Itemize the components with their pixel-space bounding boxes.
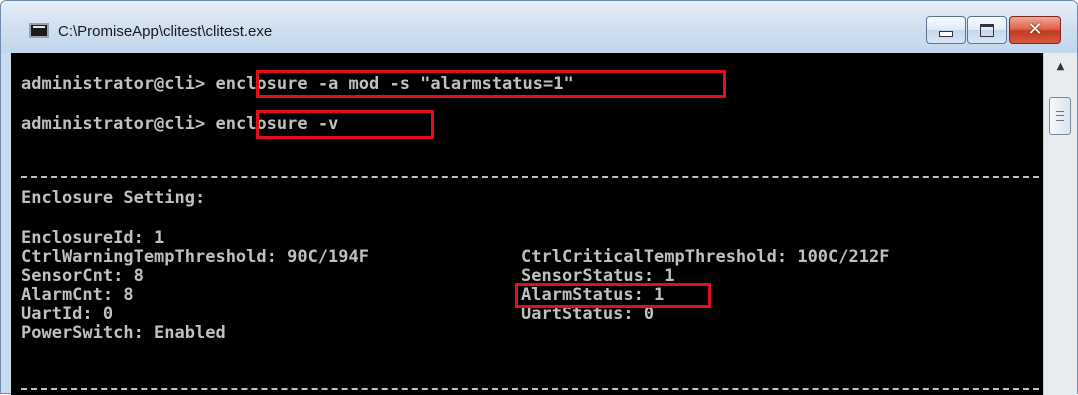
setting-enclosure-id: EnclosureId: 1	[21, 228, 165, 248]
close-icon: ✕	[1027, 19, 1043, 40]
setting-uart-status: UartStatus: 0	[521, 304, 655, 324]
minimize-button[interactable]	[926, 16, 966, 44]
setting-ctrl-warning-temp: CtrlWarningTempThreshold: 90C/194F	[21, 247, 369, 267]
command-line: administrator@cli> enclosure -a mod -s "…	[21, 75, 574, 94]
setting-power-switch: PowerSwitch: Enabled	[21, 323, 226, 343]
section-title: Enclosure Setting:	[21, 188, 206, 208]
setting-ctrl-critical-temp: CtrlCriticalTempThreshold: 100C/212F	[521, 247, 890, 267]
vertical-scrollbar[interactable]: ▲	[1043, 53, 1077, 395]
prompt: administrator@cli>	[21, 74, 206, 94]
separator-line	[21, 388, 1039, 390]
console-app-icon[interactable]	[29, 23, 49, 38]
console-window: C:\PromiseApp\clitest\clitest.exe ✕ admi…	[0, 0, 1078, 395]
scroll-up-icon[interactable]: ▲	[1044, 53, 1077, 79]
title-bar[interactable]: C:\PromiseApp\clitest\clitest.exe ✕	[1, 1, 1077, 53]
window-title: C:\PromiseApp\clitest\clitest.exe	[58, 23, 273, 40]
close-button[interactable]: ✕	[1009, 16, 1061, 44]
setting-alarm-status: AlarmStatus: 1	[521, 285, 665, 305]
setting-alarm-cnt: AlarmCnt: 8	[21, 285, 134, 305]
console-output[interactable]: administrator@cli> enclosure -a mod -s "…	[11, 53, 1043, 395]
command-text: enclosure -v	[215, 114, 339, 134]
minimize-icon	[939, 31, 953, 37]
scroll-thumb[interactable]	[1049, 97, 1071, 135]
setting-sensor-cnt: SensorCnt: 8	[21, 266, 144, 286]
prompt: administrator@cli>	[21, 114, 206, 134]
maximize-button[interactable]	[967, 16, 1007, 44]
command-line: administrator@cli> enclosure -v	[21, 115, 338, 134]
setting-sensor-status: SensorStatus: 1	[521, 266, 675, 286]
maximize-icon	[980, 23, 994, 37]
command-text: enclosure -a mod -s "alarmstatus=1"	[215, 74, 574, 94]
setting-uart-id: UartId: 0	[21, 304, 114, 324]
separator-line	[21, 176, 1039, 178]
